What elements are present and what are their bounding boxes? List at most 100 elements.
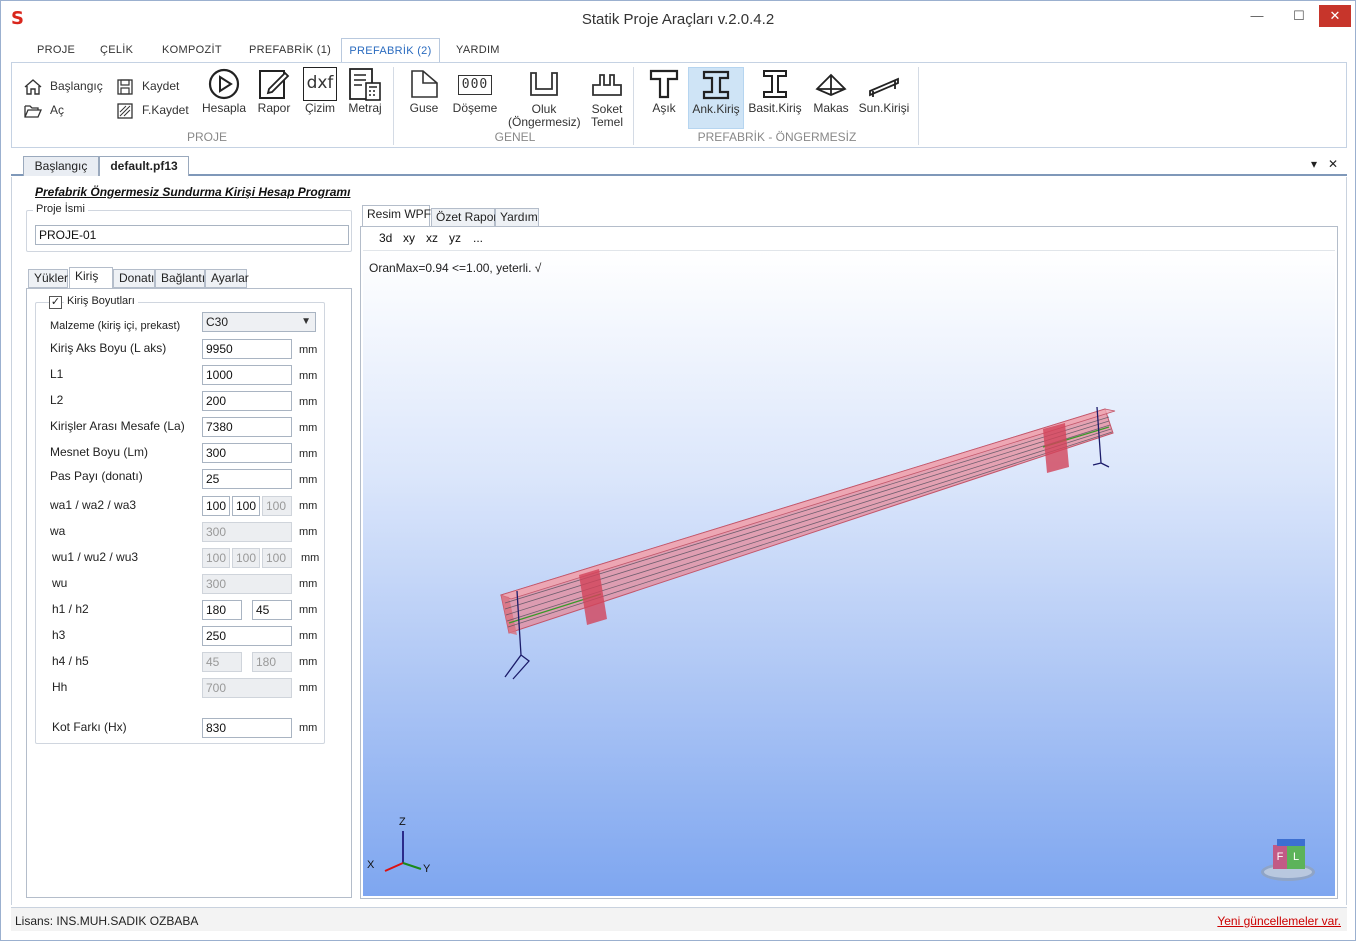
unit-label: mm (301, 552, 320, 564)
doseme-label: Döşeme (452, 101, 498, 115)
app-window: S Statik Proje Araçları v.2.0.4.2 — ☐ ✕ … (0, 0, 1356, 941)
cizim-label: Çizim (305, 101, 335, 115)
metraj-button[interactable]: Metraj (344, 67, 386, 115)
hesapla-label: Hesapla (201, 101, 247, 115)
unit-label: mm (299, 474, 318, 486)
beam-3d-model (499, 406, 1116, 680)
h3-input[interactable]: 250 (202, 626, 292, 646)
unit-label: mm (299, 604, 318, 616)
la-input[interactable]: 7380 (202, 417, 292, 437)
project-name-input[interactable]: PROJE-01 (35, 225, 349, 245)
wa2-input[interactable]: 100 (232, 496, 260, 516)
unit-label: mm (299, 630, 318, 642)
tab-ozet-rapor[interactable]: Özet Rapor (431, 208, 497, 227)
view-cube-icon[interactable]: F L (1273, 839, 1307, 871)
baslangic-button[interactable]: Başlangıç (24, 77, 103, 95)
tab-kiris[interactable]: Kiriş (69, 267, 113, 289)
basit-kiris-button[interactable]: Basit.Kiriş (748, 67, 802, 115)
doc-tab-start[interactable]: Başlangıç (23, 156, 99, 176)
tab-ayarlar[interactable]: Ayarlar (205, 269, 249, 288)
guse-label: Guse (409, 101, 439, 115)
doc-close-icon[interactable]: ✕ (1328, 157, 1338, 171)
makas-button[interactable]: Makas (812, 67, 850, 115)
gutter-icon (530, 72, 558, 96)
tab-kompozit[interactable]: KOMPOZİT (162, 38, 222, 62)
lm-label: Mesnet Boyu (Lm) (50, 445, 149, 459)
kiris-dimensions-checkbox[interactable]: ✓ (49, 296, 62, 309)
h2-input[interactable]: 45 (252, 600, 292, 620)
tab-prefabrik-2[interactable]: PREFABRİK (2) (341, 38, 440, 63)
ribbon-separator (918, 67, 919, 145)
minimize-button[interactable]: — (1239, 3, 1275, 29)
wa3-input: 100 (262, 496, 292, 516)
unit-label: mm (299, 370, 318, 382)
doseme-button[interactable]: 000 Döşeme (450, 67, 500, 115)
save-as-icon (117, 103, 133, 119)
view-xz-button[interactable]: xz (426, 231, 438, 245)
hesapla-button[interactable]: Hesapla (200, 67, 248, 115)
h1-input[interactable]: 180 (202, 600, 242, 620)
l2-input[interactable]: 200 (202, 391, 292, 411)
oluk-button[interactable]: Oluk (Öngermesiz) (508, 67, 581, 129)
axis-y-label: Y (423, 863, 431, 875)
3d-viewport[interactable]: OranMax=0.94 <=1.00, yeterli. √ Z X Y F … (363, 251, 1335, 896)
ac-label: Aç (50, 103, 65, 117)
doc-tab-file[interactable]: default.pf13 (99, 156, 189, 176)
project-name-group: Proje İsmi PROJE-01 (26, 203, 352, 252)
sun-kirisi-button[interactable]: Sun.Kirişi (858, 67, 910, 115)
close-button[interactable]: ✕ (1319, 5, 1351, 27)
view-more-button[interactable]: ... (473, 231, 483, 245)
tab-celik[interactable]: ÇELİK (100, 38, 133, 62)
tab-prefabrik-1[interactable]: PREFABRİK (1) (249, 38, 331, 62)
ank-kiris-button[interactable]: Ank.Kiriş (688, 67, 744, 129)
report-edit-icon (259, 70, 290, 99)
view-yz-button[interactable]: yz (449, 231, 461, 245)
unit-label: mm (299, 396, 318, 408)
l1-input[interactable]: 1000 (202, 365, 292, 385)
slab-icon: 000 (458, 75, 492, 95)
tab-proje[interactable]: PROJE (37, 38, 75, 62)
tab-baglanti[interactable]: Bağlantı (155, 269, 205, 288)
program-title: Prefabrik Öngermesiz Sundurma Kirişi Hes… (35, 185, 351, 199)
t-beam-icon (649, 69, 679, 99)
tab-yardim-viewer[interactable]: Yardım (495, 208, 539, 227)
tab-donati[interactable]: Donatı (113, 269, 155, 288)
material-select[interactable]: C30 ▼ (202, 312, 316, 332)
maximize-button[interactable]: ☐ (1281, 3, 1317, 29)
pas-input[interactable]: 25 (202, 469, 292, 489)
tab-yukler[interactable]: Yükler (28, 269, 68, 288)
i-beam-simple-icon (763, 70, 787, 98)
i-beam-icon (702, 70, 730, 100)
view-toolbar: 3d xy xz yz ... (363, 227, 1335, 251)
guse-button[interactable]: Guse (404, 67, 444, 115)
document-tabs: Başlangıç default.pf13 ▾ ✕ (11, 154, 1347, 176)
wu123-label: wu1 / wu2 / wu3 (52, 550, 139, 564)
ac-button[interactable]: Aç (24, 101, 64, 119)
material-value: C30 (206, 315, 229, 329)
view-xy-button[interactable]: xy (403, 231, 415, 245)
soket-temel-button[interactable]: Soket Temel (586, 67, 628, 129)
rapor-label: Rapor (257, 101, 291, 115)
dxf-icon: dxf (303, 67, 337, 101)
lx-input[interactable]: 9950 (202, 339, 292, 359)
viewer-panel: 3d xy xz yz ... OranMax=0.94 <=1.00, yet… (360, 226, 1338, 899)
project-name-label: Proje İsmi (33, 203, 88, 215)
hx-input[interactable]: 830 (202, 718, 292, 738)
rapor-button[interactable]: Rapor (252, 67, 296, 115)
view-3d-button[interactable]: 3d (379, 231, 392, 245)
ank-kiris-label: Ank.Kiriş (692, 102, 740, 116)
tab-resim-wpf[interactable]: Resim WPF (362, 205, 431, 227)
folder-open-icon (24, 105, 42, 118)
view-cube-left: L (1287, 845, 1305, 869)
cizim-button[interactable]: dxf Çizim (300, 67, 340, 115)
title-bar: S Statik Proje Araçları v.2.0.4.2 — ☐ ✕ (1, 1, 1355, 37)
tab-yardim[interactable]: YARDIM (456, 38, 500, 62)
truss-icon (815, 73, 847, 96)
wa1-input[interactable]: 100 (202, 496, 230, 516)
doc-menu-arrow-icon[interactable]: ▾ (1311, 157, 1317, 171)
fkaydet-button[interactable]: F.Kaydet (116, 101, 189, 119)
kaydet-button[interactable]: Kaydet (116, 77, 179, 95)
update-link[interactable]: Yeni güncellemeler var. (1217, 914, 1341, 928)
lm-input[interactable]: 300 (202, 443, 292, 463)
asik-button[interactable]: Aşık (646, 67, 682, 115)
